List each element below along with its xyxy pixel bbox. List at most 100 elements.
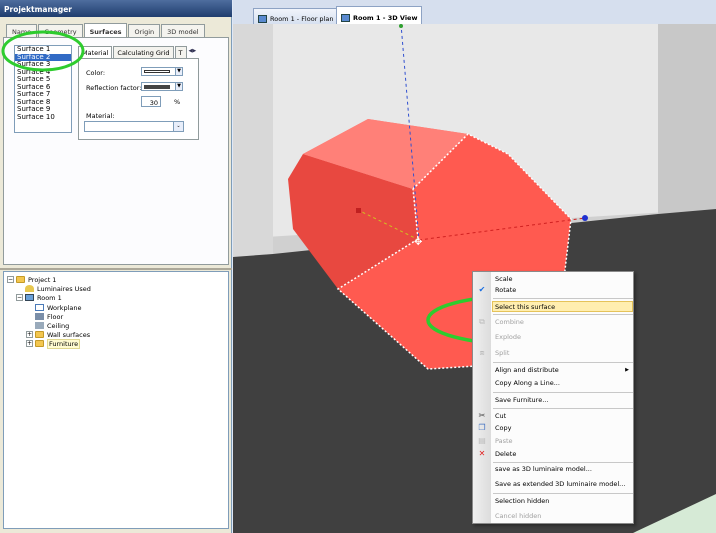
luminaire-icon bbox=[25, 285, 34, 292]
tab-3d-view[interactable]: Room 1 - 3D View bbox=[336, 6, 423, 24]
reflection-picker[interactable]: ▼ bbox=[141, 82, 183, 91]
menu-item-save-3d-luminaire[interactable]: save as 3D luminaire model... bbox=[493, 464, 633, 475]
tree-label-selected: Furniture bbox=[47, 338, 81, 349]
chevron-down-icon[interactable]: ⌄ bbox=[173, 122, 183, 131]
x-axis-handle[interactable] bbox=[582, 215, 588, 221]
document-tabs: Room 1 - Floor plan Room 1 - 3D View bbox=[233, 0, 716, 24]
material-select[interactable]: ⌄ bbox=[84, 121, 184, 132]
tree-label: Room 1 bbox=[37, 293, 62, 302]
check-icon: ✔ bbox=[478, 285, 486, 294]
color-picker[interactable]: ▼ bbox=[141, 67, 183, 76]
menu-separator bbox=[493, 462, 633, 463]
menu-separator bbox=[493, 314, 633, 315]
move-cursor-icon: ✥ bbox=[414, 237, 422, 248]
menu-item-cancel-hidden[interactable]: Cancel hidden bbox=[493, 511, 633, 522]
scissors-icon: ✂ bbox=[478, 411, 486, 420]
menu-item-scale[interactable]: Scale bbox=[493, 274, 633, 285]
collapse-icon[interactable]: − bbox=[16, 294, 23, 301]
tree-node-workplane[interactable]: Workplane bbox=[35, 303, 82, 312]
menu-item-cut[interactable]: Cut bbox=[493, 411, 633, 422]
y-axis-handle[interactable] bbox=[399, 24, 403, 28]
menu-item-delete[interactable]: Delete bbox=[493, 449, 633, 460]
ceiling-icon bbox=[35, 322, 44, 329]
tree-label: Wall surfaces bbox=[47, 330, 91, 339]
z-axis-handle[interactable] bbox=[356, 208, 361, 213]
chevron-right-icon[interactable]: ▶ bbox=[192, 48, 196, 57]
menu-separator bbox=[493, 493, 633, 494]
paste-icon: ▤ bbox=[478, 436, 486, 445]
menu-separator bbox=[493, 298, 633, 299]
menu-item-explode[interactable]: Explode bbox=[493, 332, 633, 343]
tree-label: Luminaires Used bbox=[37, 284, 91, 293]
chevron-down-icon[interactable]: ▼ bbox=[175, 68, 182, 75]
menu-item-align-and-distribute[interactable]: Align and distribute ▶ bbox=[493, 365, 633, 376]
tab-label: Room 1 - Floor plan bbox=[270, 14, 334, 23]
tree-node-floor[interactable]: Floor bbox=[35, 312, 63, 321]
panel-title: Projektmanager bbox=[0, 0, 232, 17]
menu-item-copy-along-a-line[interactable]: Copy Along a Line... bbox=[493, 378, 633, 389]
floor-icon bbox=[35, 313, 44, 320]
menu-item-split[interactable]: Split bbox=[493, 348, 633, 359]
project-manager-panel: Projektmanager Name Geometry Surfaces Or… bbox=[0, 0, 232, 533]
highlight-circle bbox=[1, 30, 85, 72]
material-label: Material: bbox=[86, 112, 115, 120]
tree-label: Ceiling bbox=[47, 321, 70, 330]
annotation-circle-left bbox=[1, 30, 85, 72]
menu-item-save-extended-3d-luminaire[interactable]: Save as extended 3D luminaire model... bbox=[493, 479, 633, 490]
tree-node-room[interactable]: − Room 1 bbox=[16, 293, 62, 302]
tab-3d-model[interactable]: 3D model bbox=[161, 24, 205, 38]
copy-icon: ❐ bbox=[478, 423, 486, 432]
surface-item[interactable]: Surface 7 bbox=[15, 91, 71, 99]
tab-floor-plan[interactable]: Room 1 - Floor plan bbox=[253, 8, 339, 24]
split-icon: ⧈ bbox=[479, 348, 485, 357]
menu-item-save-furniture[interactable]: Save Furniture... bbox=[493, 395, 633, 406]
tree-label: Project 1 bbox=[28, 275, 57, 284]
folder-icon bbox=[16, 276, 25, 283]
surface-item[interactable]: Surface 8 bbox=[15, 99, 71, 107]
color-swatch bbox=[144, 70, 170, 73]
reflection-label: Reflection factor: bbox=[86, 84, 142, 92]
context-menu: Scale ✔ Rotate Select this surface ⧉ Com… bbox=[472, 271, 634, 524]
surface-item[interactable]: Surface 9 bbox=[15, 106, 71, 114]
tree-node-ceiling[interactable]: Ceiling bbox=[35, 321, 69, 330]
tree-node-furniture[interactable]: + Furniture bbox=[26, 338, 81, 349]
project-tree: − Project 1 Luminaires Used − Room 1 Wor… bbox=[3, 271, 229, 529]
submenu-arrow-icon: ▶ bbox=[625, 367, 629, 373]
surface-item[interactable]: Surface 6 bbox=[15, 84, 71, 92]
chevron-down-icon[interactable]: ▼ bbox=[175, 83, 182, 90]
floor-plan-icon bbox=[258, 14, 267, 23]
reflection-value-field[interactable]: 30 bbox=[141, 96, 161, 107]
expand-icon[interactable]: + bbox=[26, 340, 33, 347]
tree-label: Workplane bbox=[47, 303, 82, 312]
menu-item-combine[interactable]: Combine bbox=[493, 317, 633, 328]
menu-separator bbox=[493, 362, 633, 363]
tree-node-project[interactable]: − Project 1 bbox=[7, 275, 56, 284]
expand-icon[interactable]: + bbox=[26, 331, 33, 338]
surface-item[interactable]: Surface 10 bbox=[15, 114, 71, 122]
room-icon bbox=[25, 294, 34, 301]
folder-icon bbox=[35, 331, 44, 338]
left-wall bbox=[233, 24, 273, 257]
tree-label: Floor bbox=[47, 312, 64, 321]
menu-item-selection-hidden[interactable]: Selection hidden bbox=[493, 496, 633, 507]
menu-item-select-this-surface[interactable]: Select this surface bbox=[492, 301, 633, 312]
menu-gutter bbox=[473, 272, 491, 523]
folder-icon bbox=[35, 340, 44, 347]
menu-separator bbox=[493, 408, 633, 409]
tree-node-luminaires[interactable]: Luminaires Used bbox=[25, 284, 91, 293]
menu-separator bbox=[493, 392, 633, 393]
reflection-swatch bbox=[144, 85, 170, 89]
menu-item-rotate[interactable]: Rotate bbox=[493, 285, 633, 296]
delete-icon: ✕ bbox=[478, 449, 486, 458]
menu-item-copy[interactable]: Copy bbox=[493, 423, 633, 434]
side-wall bbox=[658, 24, 716, 214]
combine-icon: ⧉ bbox=[479, 317, 485, 326]
tab-label: Room 1 - 3D View bbox=[353, 13, 418, 22]
collapse-icon[interactable]: − bbox=[7, 276, 14, 283]
percent-unit: % bbox=[174, 98, 181, 106]
3d-view-icon bbox=[341, 13, 350, 22]
menu-item-paste[interactable]: Paste bbox=[493, 436, 633, 447]
menu-item-label: Align and distribute bbox=[495, 366, 559, 374]
tab-origin[interactable]: Origin bbox=[128, 24, 161, 38]
splitter[interactable] bbox=[0, 268, 232, 270]
